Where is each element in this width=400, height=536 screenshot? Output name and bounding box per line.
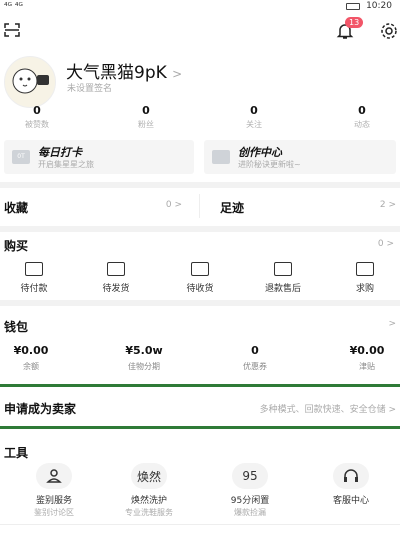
stat-posts[interactable]: 0 动态 (312, 104, 400, 130)
95-logo-icon: 95 (232, 463, 268, 489)
battery-icon (346, 2, 361, 10)
refund-icon (274, 262, 292, 276)
notification-badge: 13 (345, 17, 364, 28)
divider (0, 182, 400, 188)
signal-indicator: ⁴ᴳ ⁴ᴳ (4, 2, 23, 12)
collect-row[interactable]: 收藏 0 > (0, 190, 198, 222)
tool-authentication[interactable]: 鉴别服务 鉴别讨论区 (9, 463, 99, 518)
username[interactable]: 大气黑猫9pK > (66, 58, 182, 83)
avatar[interactable] (4, 56, 56, 108)
divider (0, 300, 400, 306)
document-icon (212, 150, 230, 164)
highlight-border-top (0, 384, 400, 387)
pending-payment[interactable]: 待付款 (0, 262, 74, 294)
wallet-title: 钱包 (4, 320, 29, 334)
truck-icon (191, 262, 209, 276)
pending-shipment[interactable]: 待发货 (76, 262, 156, 294)
status-time: 10:20 (366, 1, 392, 11)
divider (0, 226, 400, 232)
calendar-icon: 0T (12, 150, 30, 164)
tools-title: 工具 (4, 446, 29, 460)
person-icon (36, 463, 72, 489)
tool-customer-service[interactable]: 客服中心 (306, 463, 396, 506)
wallet-arrow-icon[interactable]: > (388, 319, 396, 329)
creator-center-card[interactable]: 创作中心 进阶秘诀更新啦~ (204, 140, 396, 174)
wallet-balance[interactable]: ¥0.00 余额 (0, 344, 76, 372)
tool-95-idle[interactable]: 95 95分闲置 爆款捡漏 (205, 463, 295, 518)
become-seller-row[interactable]: 申请成为卖家 多种模式、回款快速、安全仓储 > (0, 388, 400, 426)
box-icon (107, 262, 125, 276)
stat-following[interactable]: 0 关注 (204, 104, 304, 130)
bottom-tab-bar (0, 524, 400, 536)
wanted[interactable]: 求购 (325, 262, 400, 294)
buy-title: 购买 (4, 239, 29, 253)
bag-icon (356, 262, 374, 276)
scan-icon[interactable] (4, 23, 20, 37)
tool-cleaning[interactable]: 焕然 焕然洗护 专业洗鞋服务 (104, 463, 194, 518)
pending-receipt[interactable]: 待收货 (160, 262, 240, 294)
footprint-row[interactable]: 足迹 2 > (200, 190, 400, 222)
cleaning-logo-icon: 焕然 (131, 463, 167, 489)
gear-icon[interactable] (380, 22, 398, 40)
status-bar: ⁴ᴳ ⁴ᴳ 10:20 (0, 0, 400, 14)
stat-fans[interactable]: 0 粉丝 (96, 104, 196, 130)
headset-icon (333, 463, 369, 489)
refund-aftersale[interactable]: 退款售后 (243, 262, 323, 294)
highlight-border-bottom (0, 426, 400, 429)
wallet-coupons[interactable]: 0 优惠券 (210, 344, 300, 372)
profile-arrow-icon: > (172, 67, 183, 81)
wallet-card-icon (25, 262, 43, 276)
stat-likes[interactable]: 0 被赞数 (0, 104, 87, 130)
daily-checkin-card[interactable]: 0T 每日打卡 开启集星星之旅 (4, 140, 194, 174)
user-signature[interactable]: 未设置签名 (67, 81, 112, 94)
wallet-installment[interactable]: ¥5.0w 佳物分期 (99, 344, 189, 372)
cat-illustration-icon (12, 68, 49, 94)
buy-count[interactable]: 0 > (378, 239, 394, 249)
wallet-allowance[interactable]: ¥0.00 津贴 (322, 344, 400, 372)
